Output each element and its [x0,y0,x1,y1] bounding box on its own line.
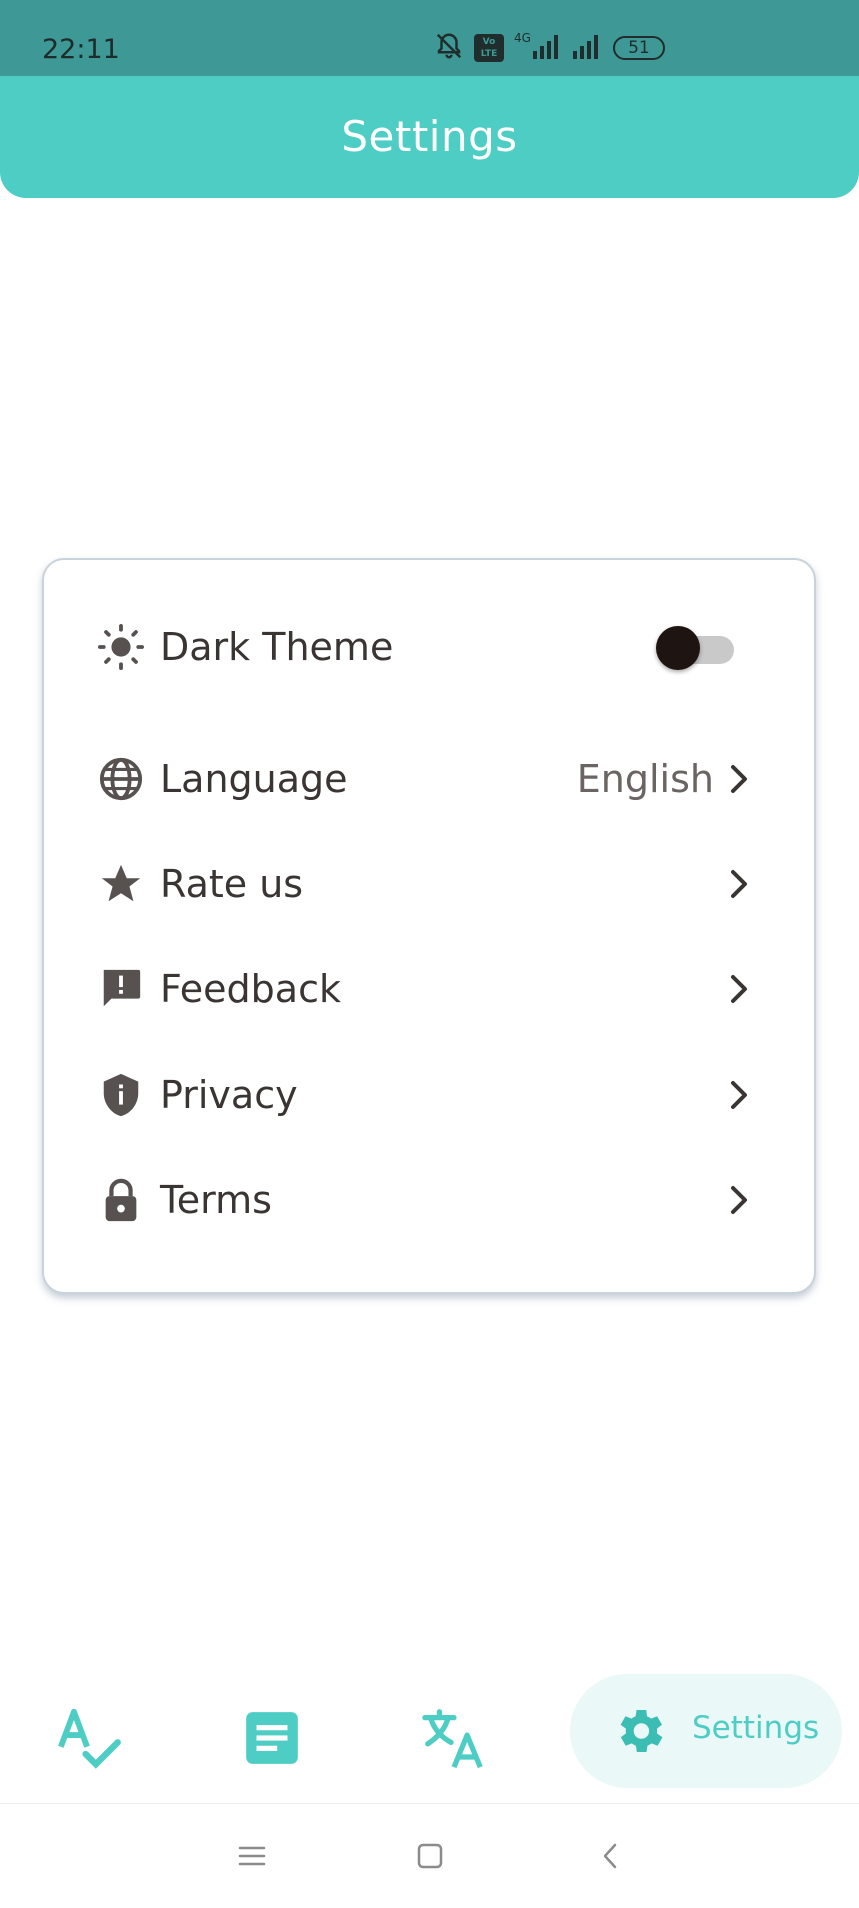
square-icon [417,1843,443,1869]
back-button[interactable] [588,1834,632,1878]
settings-item-feedback[interactable]: Feedback [44,948,814,1028]
settings-item-label: Terms [160,1178,272,1222]
nav-settings-label: Settings [692,1710,820,1746]
globe-icon [98,756,144,802]
settings-item-rate-us[interactable]: Rate us [44,843,814,923]
settings-item-language[interactable]: Language English [44,738,814,818]
bottom-navigation: Settings [0,1660,859,1800]
recents-button[interactable] [230,1834,274,1878]
language-value: English [576,757,714,801]
translate-icon [422,1709,483,1769]
chevron-right-icon [731,1186,747,1214]
menu-icon [238,1846,266,1866]
settings-item-label: Dark Theme [160,625,394,669]
signal-icon [532,33,563,63]
app-bar: Settings [0,76,859,198]
toggle-thumb [656,626,700,670]
star-icon [98,861,144,907]
lock-icon [98,1177,144,1223]
settings-item-label: Rate us [160,862,304,906]
gear-icon [620,1709,663,1753]
settings-item-label: Language [160,757,348,801]
page-title: Settings [341,112,518,161]
screen: 22:11 Vo LTE 4G 51 Settings Dark Theme L… [0,0,859,1908]
settings-item-dark-theme[interactable]: Dark Theme [44,606,814,686]
nav-translate[interactable] [414,1698,494,1778]
chevron-right-icon [731,975,747,1003]
feedback-icon [98,966,144,1012]
dark-theme-toggle[interactable] [656,626,738,670]
chevron-right-icon [731,870,747,898]
settings-item-privacy[interactable]: Privacy [44,1054,814,1134]
chevron-right-icon [731,1081,747,1109]
settings-item-label: Privacy [160,1073,298,1117]
signal-icon-2 [572,33,603,63]
shield-icon [98,1072,144,1118]
settings-item-terms[interactable]: Terms [44,1159,814,1239]
bell-muted-icon [434,31,464,65]
nav-settings[interactable]: Settings [570,1674,842,1788]
network-type: 4G [514,31,531,45]
nav-spellcheck[interactable] [50,1698,130,1778]
nav-documents[interactable] [232,1698,312,1778]
back-icon [603,1843,617,1869]
spellcheck-icon [58,1708,121,1769]
settings-card: Dark Theme Language English Rate us Feed… [42,558,816,1294]
battery-indicator: 51 [612,36,665,60]
volte-badge: Vo LTE [474,34,504,62]
sun-icon [98,624,144,670]
status-time: 22:11 [42,34,120,65]
home-button[interactable] [408,1834,452,1878]
status-icons: Vo LTE 4G 51 [434,30,665,66]
document-icon [246,1712,298,1764]
status-bar: 22:11 Vo LTE 4G 51 [0,0,859,76]
system-navigation-bar [0,1804,859,1908]
chevron-right-icon [731,765,747,793]
settings-item-label: Feedback [160,967,341,1011]
